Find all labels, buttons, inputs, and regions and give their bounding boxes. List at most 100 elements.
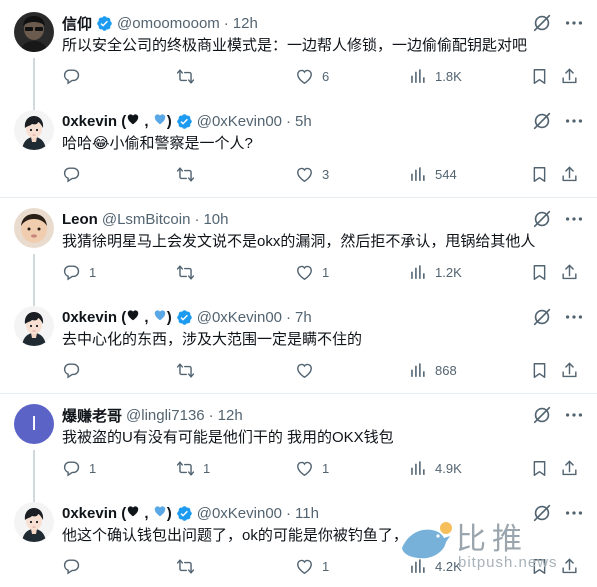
reply-button[interactable] — [62, 358, 89, 382]
handle[interactable]: @omoomooom — [117, 15, 220, 32]
reply-button[interactable] — [62, 162, 89, 186]
tweet-text: 我猜徐明星马上会发文说不是okx的漏洞，然后拒不承认，甩锅给其他人 — [62, 233, 536, 250]
views-button[interactable]: 4.9K — [408, 456, 462, 480]
retweet-button[interactable] — [176, 162, 203, 186]
share-button[interactable] — [560, 358, 579, 382]
share-button[interactable] — [560, 260, 579, 284]
retweet-button[interactable] — [176, 64, 203, 88]
grok-icon[interactable] — [531, 208, 553, 230]
tweet-header: 0xkevin ( , ) @0xKevin00 · 7h — [62, 306, 312, 328]
share-button[interactable] — [560, 162, 579, 186]
more-options-icon[interactable] — [563, 306, 585, 328]
watermark-text: 比推 — [456, 523, 528, 556]
verified-icon — [176, 309, 193, 326]
share-button[interactable] — [560, 64, 579, 88]
avatar[interactable] — [14, 208, 54, 248]
like-button[interactable]: 1 — [295, 456, 329, 480]
views-button[interactable]: 1.8K — [408, 64, 462, 88]
retweet-button[interactable] — [176, 554, 203, 578]
timestamp[interactable]: 12h — [218, 407, 243, 424]
bookmark-button[interactable] — [530, 358, 549, 382]
display-name[interactable]: 0xkevin ( , ) — [62, 112, 172, 130]
reply-button[interactable] — [62, 64, 89, 88]
bookmark-button[interactable] — [530, 64, 549, 88]
separator-dot: · — [286, 308, 292, 326]
verified-icon — [176, 505, 193, 522]
separator-dot: · — [286, 112, 292, 130]
timestamp[interactable]: 12h — [233, 15, 258, 32]
view-count: 1.8K — [435, 68, 462, 84]
thread-divider — [0, 197, 597, 198]
heart-icon — [295, 361, 314, 380]
avatar-image — [14, 306, 54, 346]
retweet-button[interactable] — [176, 358, 203, 382]
avatar[interactable] — [14, 502, 54, 542]
bookmark-button[interactable] — [530, 260, 549, 284]
more-options-icon[interactable] — [563, 208, 585, 230]
tweet-header: Leon @LsmBitcoin · 10h — [62, 208, 228, 230]
handle[interactable]: @0xKevin00 — [197, 309, 282, 326]
views-icon — [408, 459, 427, 478]
display-name[interactable]: 爆赚老哥 — [62, 405, 122, 426]
blue-heart-icon — [153, 112, 167, 126]
display-name[interactable]: Leon — [62, 211, 98, 228]
avatar-image — [14, 502, 54, 542]
more-options-icon[interactable] — [563, 110, 585, 132]
share-icon — [560, 459, 579, 478]
handle[interactable]: @lingli7136 — [126, 407, 205, 424]
like-button[interactable]: 6 — [295, 64, 329, 88]
bookmark-icon — [530, 263, 549, 282]
handle[interactable]: @LsmBitcoin — [102, 211, 191, 228]
display-name[interactable]: 0xkevin ( , ) — [62, 504, 172, 522]
views-icon — [408, 165, 427, 184]
bird-logo-icon — [402, 522, 452, 559]
like-count: 6 — [322, 68, 330, 84]
reply-button[interactable]: 1 — [62, 456, 96, 480]
retweet-button[interactable]: 1 — [176, 456, 210, 480]
display-name[interactable]: 0xkevin ( , ) — [62, 308, 172, 326]
view-count: 544 — [435, 166, 457, 182]
grok-icon[interactable] — [531, 306, 553, 328]
reply-button[interactable]: 1 — [62, 260, 96, 284]
handle[interactable]: @0xKevin00 — [197, 505, 282, 522]
bookmark-button[interactable] — [530, 162, 549, 186]
timestamp[interactable]: 7h — [295, 309, 312, 326]
avatar[interactable] — [14, 110, 54, 150]
separator-dot: · — [194, 210, 200, 228]
handle[interactable]: @0xKevin00 — [197, 113, 282, 130]
display-name[interactable]: 信仰 — [62, 13, 92, 34]
avatar[interactable]: I — [14, 404, 54, 444]
view-count: 4.9K — [435, 460, 462, 476]
views-icon — [408, 67, 427, 86]
timestamp[interactable]: 5h — [295, 113, 312, 130]
retweet-button[interactable] — [176, 260, 203, 284]
retweet-icon — [176, 67, 195, 86]
like-button[interactable] — [295, 358, 322, 382]
avatar[interactable] — [14, 306, 54, 346]
reply-icon — [62, 165, 81, 184]
heart-icon — [295, 67, 314, 86]
avatar[interactable] — [14, 12, 54, 52]
bookmark-icon — [530, 67, 549, 86]
more-options-icon[interactable] — [563, 404, 585, 426]
like-count: 1 — [322, 460, 330, 476]
views-button[interactable]: 544 — [408, 162, 457, 186]
share-button[interactable] — [560, 456, 579, 480]
views-button[interactable]: 868 — [408, 358, 457, 382]
retweet-icon — [176, 263, 195, 282]
tweet-text: 去中心化的东西，涉及大范围一定是瞒不住的 — [62, 331, 363, 348]
grok-icon[interactable] — [531, 12, 553, 34]
blue-heart-icon — [153, 504, 167, 518]
grok-icon[interactable] — [531, 404, 553, 426]
bookmark-button[interactable] — [530, 456, 549, 480]
reply-button[interactable] — [62, 554, 89, 578]
timestamp[interactable]: 10h — [203, 211, 228, 228]
grok-icon[interactable] — [531, 110, 553, 132]
more-options-icon[interactable] — [563, 12, 585, 34]
timestamp[interactable]: 11h — [295, 505, 319, 522]
thread-line — [33, 254, 35, 306]
like-button[interactable]: 1 — [295, 554, 329, 578]
like-button[interactable]: 1 — [295, 260, 329, 284]
like-button[interactable]: 3 — [295, 162, 329, 186]
views-button[interactable]: 1.2K — [408, 260, 462, 284]
